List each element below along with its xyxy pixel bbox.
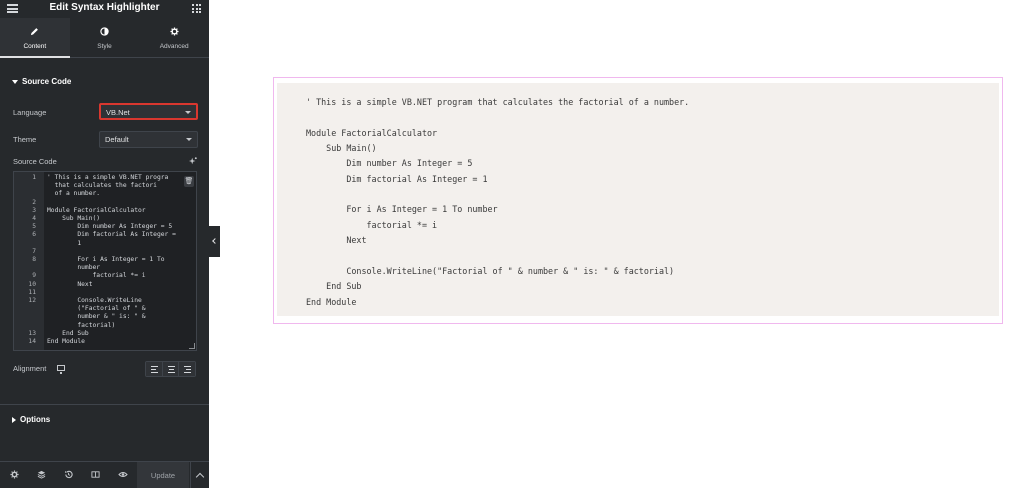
code-line: End Sub — [306, 281, 362, 292]
navigator-icon[interactable] — [90, 470, 101, 481]
editor-line-number: 11 — [28, 288, 36, 296]
trash-icon[interactable]: 🗑 — [184, 176, 194, 187]
align-center-button[interactable] — [162, 362, 180, 376]
alignment-buttons — [145, 361, 196, 377]
editor-code-line: that calculates the factori — [47, 182, 157, 190]
tab-style[interactable]: Style — [70, 18, 140, 58]
history-icon[interactable] — [63, 470, 74, 481]
theme-label: Theme — [13, 135, 37, 144]
editor-code-line: Console.WriteLine — [47, 297, 142, 304]
source-code-section-toggle[interactable]: Source Code — [12, 77, 71, 86]
editor-code-line: factorial) — [47, 321, 116, 329]
editor-line-number: 2 — [32, 198, 36, 206]
code-line: For i As Integer = 1 To number — [306, 204, 498, 215]
chevron-down-icon — [185, 111, 191, 114]
code-line: End Module — [306, 296, 357, 307]
section-divider — [0, 404, 209, 405]
editor-line-number: 1 — [32, 174, 36, 181]
editor-line-number: 9 — [32, 272, 36, 280]
apps-grid-icon[interactable] — [192, 4, 201, 13]
editor-code-line: 1 — [47, 239, 82, 247]
code-line: Next — [306, 235, 367, 246]
align-left-button[interactable] — [146, 362, 163, 376]
source-code-editor[interactable]: 1 ' This is a simple VB.NET progra that c… — [13, 171, 197, 351]
gear-icon — [139, 27, 209, 38]
code-line: ' This is a simple VB.NET program that c… — [306, 97, 690, 107]
language-value: VB.Net — [106, 108, 130, 117]
alignment-label: Alignment — [13, 364, 47, 373]
editor-code-line: For i As Integer = 1 To — [47, 256, 165, 263]
panel-footer: Update — [0, 461, 209, 488]
panel-title: Edit Syntax Highlighter — [49, 2, 160, 13]
contrast-icon — [70, 27, 140, 38]
tab-advanced[interactable]: Advanced — [139, 18, 209, 58]
editor-code-line: Dim factorial As Integer = — [47, 231, 176, 239]
editor-code-line: Dim number As Integer = 5 — [47, 223, 173, 231]
editor-line-number: 10 — [28, 280, 36, 288]
code-line: Dim factorial As Integer = 1 — [306, 173, 488, 184]
panel-header: Edit Syntax Highlighter — [0, 0, 209, 18]
tab-content-label: Content — [23, 43, 47, 50]
editor-code-line: Next — [47, 280, 93, 288]
editor-code-line: Module FactorialCalculator — [47, 206, 146, 214]
editor-line-number: 6 — [32, 231, 36, 239]
editor-line-number: 7 — [32, 247, 36, 255]
update-button[interactable]: Update — [137, 462, 189, 488]
editor-code-line: Sub Main() — [47, 215, 101, 222]
code-line: Dim number As Integer = 5 — [306, 158, 473, 169]
editor-line-number: 4 — [32, 215, 36, 222]
editor-code-line: number & " is: " & — [47, 313, 146, 321]
code-line: Module FactorialCalculator — [306, 127, 438, 138]
editor-code-line: number — [47, 264, 101, 272]
code-block: ' This is a simple VB.NET program that c… — [277, 83, 999, 316]
theme-select[interactable]: Default — [99, 131, 198, 148]
language-label: Language — [13, 108, 47, 117]
editor-panel: Edit Syntax Highlighter Content Style Ad… — [0, 0, 209, 488]
pencil-icon — [0, 27, 70, 38]
eye-icon[interactable] — [117, 470, 128, 481]
tab-style-label: Style — [97, 43, 112, 50]
language-select[interactable]: VB.Net — [99, 103, 198, 120]
caret-right-icon — [12, 416, 16, 423]
collapse-panel-handle[interactable] — [209, 226, 220, 257]
code-line: factorial *= i — [306, 219, 438, 230]
editor-code-line: factorial *= i — [47, 272, 146, 280]
panel-tabs: Content Style Advanced — [0, 18, 209, 58]
desktop-icon[interactable] — [57, 365, 65, 374]
app-window: Edit Syntax Highlighter Content Style Ad… — [0, 0, 1024, 488]
caret-down-icon — [12, 79, 18, 84]
source-code-section-title: Source Code — [22, 77, 72, 86]
editor-line-number: 5 — [32, 223, 36, 231]
source-code-label: Source Code — [13, 157, 57, 166]
align-right-button[interactable] — [179, 362, 196, 376]
chevron-down-icon — [186, 138, 192, 141]
theme-value: Default — [105, 135, 129, 144]
dynamic-tags-icon[interactable] — [189, 157, 197, 167]
layers-icon[interactable] — [36, 470, 47, 481]
resize-handle-icon[interactable] — [189, 343, 195, 349]
tab-advanced-label: Advanced — [159, 43, 189, 50]
options-section-title: Options — [20, 415, 51, 424]
tab-content[interactable]: Content — [0, 18, 70, 58]
editor-code-line: ("Factorial of " & — [47, 305, 146, 313]
options-section-toggle[interactable]: Options — [12, 415, 50, 424]
editor-line-number: 13 — [28, 329, 36, 337]
settings-icon[interactable] — [9, 470, 20, 481]
editor-line-number: 3 — [32, 206, 36, 214]
editor-line-number: 8 — [32, 256, 36, 263]
editor-code-line: ' This is a simple VB.NET progra — [47, 174, 169, 181]
editor-line-number: 12 — [28, 297, 36, 304]
editor-code-line: End Sub — [47, 329, 89, 337]
syntax-highlighter-widget[interactable]: ' This is a simple VB.NET program that c… — [273, 77, 1003, 324]
editor-code-line: End Module — [47, 338, 85, 345]
code-line: Sub Main() — [306, 143, 377, 154]
chevron-up-icon[interactable] — [190, 462, 209, 488]
editor-line-number: 14 — [28, 338, 36, 345]
editor-code-line: of a number. — [47, 190, 101, 198]
code-line: Console.WriteLine("Factorial of " & numb… — [306, 265, 675, 276]
